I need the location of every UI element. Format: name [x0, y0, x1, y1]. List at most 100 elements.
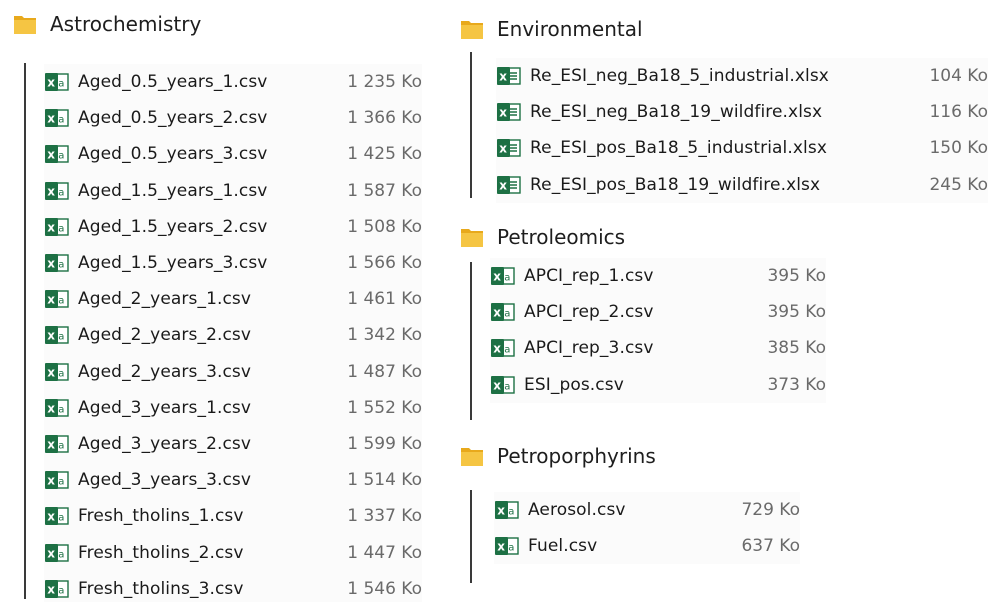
file-name: Aged_1.5_years_1.csv	[78, 180, 268, 201]
file-row[interactable]: a x Aged_0.5_years_2.csv 1 366 Ko	[44, 100, 422, 136]
file-row[interactable]: a x Aged_1.5_years_3.csv 1 566 Ko	[44, 245, 422, 281]
file-size: 1 546 Ko	[347, 578, 422, 599]
file-row[interactable]: x Re_ESI_neg_Ba18_5_industrial.xlsx 104 K…	[496, 58, 988, 94]
svg-text:a: a	[58, 115, 64, 126]
svg-text:a: a	[58, 187, 64, 198]
excel-csv-icon: a x	[44, 107, 70, 129]
svg-text:a: a	[504, 309, 510, 320]
tree-line	[470, 262, 472, 420]
excel-xlsx-icon: x	[496, 137, 522, 159]
excel-csv-icon: a x	[44, 180, 70, 202]
file-row[interactable]: a x APCI_rep_2.csv 395 Ko	[490, 294, 826, 330]
file-size: 116 Ko	[929, 102, 988, 123]
svg-text:a: a	[504, 273, 510, 284]
file-name: APCI_rep_2.csv	[524, 302, 654, 323]
file-size: 1 235 Ko	[347, 72, 422, 93]
folder-name: Petroporphyrins	[497, 444, 656, 468]
file-row[interactable]: x Re_ESI_neg_Ba18_19_wildfire.xlsx 116 Ko	[496, 94, 988, 130]
folder-environmental[interactable]: Environmental	[459, 16, 643, 42]
file-row[interactable]: a x ESI_pos.csv 373 Ko	[490, 367, 826, 403]
excel-csv-icon: a x	[44, 433, 70, 455]
file-row[interactable]: a x Aged_3_years_1.csv 1 552 Ko	[44, 390, 422, 426]
file-list-petroporphyrins: a x Aerosol.csv 729 Ko a x Fuel.csv 637 Ko	[494, 492, 800, 565]
file-name: APCI_rep_3.csv	[524, 338, 654, 359]
file-row[interactable]: a x Aged_1.5_years_2.csv 1 508 Ko	[44, 209, 422, 245]
file-row[interactable]: a x Fresh_tholins_3.csv 1 546 Ko	[44, 571, 422, 602]
svg-text:x: x	[499, 106, 507, 120]
svg-text:x: x	[47, 474, 55, 488]
excel-csv-icon: a x	[494, 535, 520, 557]
file-name: Aged_3_years_1.csv	[78, 397, 252, 418]
svg-text:a: a	[58, 549, 64, 560]
file-row[interactable]: x Re_ESI_pos_Ba18_5_industrial.xlsx 150 K…	[496, 130, 988, 166]
excel-csv-icon: a x	[44, 71, 70, 93]
svg-text:a: a	[58, 296, 64, 307]
file-name: Aerosol.csv	[528, 500, 626, 521]
file-size: 1 587 Ko	[347, 180, 422, 201]
svg-text:x: x	[497, 540, 505, 554]
file-size: 1 514 Ko	[347, 470, 422, 491]
svg-text:a: a	[504, 345, 510, 356]
file-name: Aged_3_years_3.csv	[78, 470, 252, 491]
file-size: 1 552 Ko	[347, 397, 422, 418]
file-row[interactable]: a x Fuel.csv 637 Ko	[494, 528, 800, 564]
svg-text:x: x	[47, 329, 55, 343]
excel-csv-icon: a x	[494, 499, 520, 521]
file-row[interactable]: a x Aged_2_years_3.csv 1 487 Ko	[44, 354, 422, 390]
file-name: Aged_2_years_2.csv	[78, 325, 252, 346]
folder-petroleomics[interactable]: Petroleomics	[459, 224, 625, 250]
folder-petroporphyrins[interactable]: Petroporphyrins	[459, 443, 656, 469]
excel-csv-icon: a x	[44, 216, 70, 238]
file-row[interactable]: a x Fresh_tholins_2.csv 1 447 Ko	[44, 534, 422, 570]
svg-text:a: a	[58, 368, 64, 379]
svg-text:x: x	[47, 184, 55, 198]
file-size: 1 508 Ko	[347, 216, 422, 237]
file-name: Aged_1.5_years_2.csv	[78, 216, 268, 237]
file-row[interactable]: a x Aged_3_years_2.csv 1 599 Ko	[44, 426, 422, 462]
tree-line	[470, 52, 472, 198]
svg-text:a: a	[58, 223, 64, 234]
file-row[interactable]: a x Aged_1.5_years_1.csv 1 587 Ko	[44, 173, 422, 209]
excel-csv-icon: a x	[44, 288, 70, 310]
excel-csv-icon: a x	[490, 265, 516, 287]
file-row[interactable]: a x APCI_rep_3.csv 385 Ko	[490, 330, 826, 366]
file-row[interactable]: x Re_ESI_pos_Ba18_19_wildfire.xlsx 245 Ko	[496, 167, 988, 203]
file-name: Fresh_tholins_2.csv	[78, 542, 244, 563]
svg-text:a: a	[58, 260, 64, 271]
excel-xlsx-icon: x	[496, 101, 522, 123]
file-name: Aged_0.5_years_3.csv	[78, 144, 268, 165]
file-name: Aged_2_years_3.csv	[78, 361, 252, 382]
file-size: 150 Ko	[929, 138, 988, 159]
svg-text:x: x	[47, 365, 55, 379]
folder-name: Petroleomics	[497, 225, 626, 249]
folder-astrochemistry[interactable]: Astrochemistry	[12, 11, 201, 37]
file-size: 637 Ko	[741, 536, 800, 557]
file-row[interactable]: a x Aged_2_years_2.csv 1 342 Ko	[44, 317, 422, 353]
file-size: 395 Ko	[767, 302, 826, 323]
excel-csv-icon: a x	[44, 397, 70, 419]
file-row[interactable]: a x Aged_3_years_3.csv 1 514 Ko	[44, 462, 422, 498]
file-size: 395 Ko	[767, 266, 826, 287]
excel-csv-icon: a x	[44, 252, 70, 274]
file-name: Fresh_tholins_1.csv	[78, 506, 244, 527]
folder-icon	[459, 224, 485, 250]
file-row[interactable]: a x Aged_0.5_years_1.csv 1 235 Ko	[44, 64, 422, 100]
file-size: 385 Ko	[767, 338, 826, 359]
file-name: Aged_3_years_2.csv	[78, 433, 252, 454]
file-row[interactable]: a x Aged_2_years_1.csv 1 461 Ko	[44, 281, 422, 317]
excel-csv-icon: a x	[44, 578, 70, 600]
file-row[interactable]: a x APCI_rep_1.csv 395 Ko	[490, 258, 826, 294]
file-size: 245 Ko	[929, 174, 988, 195]
excel-csv-icon: a x	[44, 505, 70, 527]
svg-text:x: x	[47, 510, 55, 524]
file-row[interactable]: a x Aerosol.csv 729 Ko	[494, 492, 800, 528]
file-name: ESI_pos.csv	[524, 374, 624, 395]
svg-text:x: x	[47, 293, 55, 307]
file-name: Fresh_tholins_3.csv	[78, 578, 244, 599]
folder-icon	[459, 443, 485, 469]
file-name: Aged_0.5_years_2.csv	[78, 108, 268, 129]
file-size: 1 342 Ko	[347, 325, 422, 346]
file-row[interactable]: a x Fresh_tholins_1.csv 1 337 Ko	[44, 498, 422, 534]
svg-text:x: x	[499, 178, 507, 192]
file-row[interactable]: a x Aged_0.5_years_3.csv 1 425 Ko	[44, 136, 422, 172]
